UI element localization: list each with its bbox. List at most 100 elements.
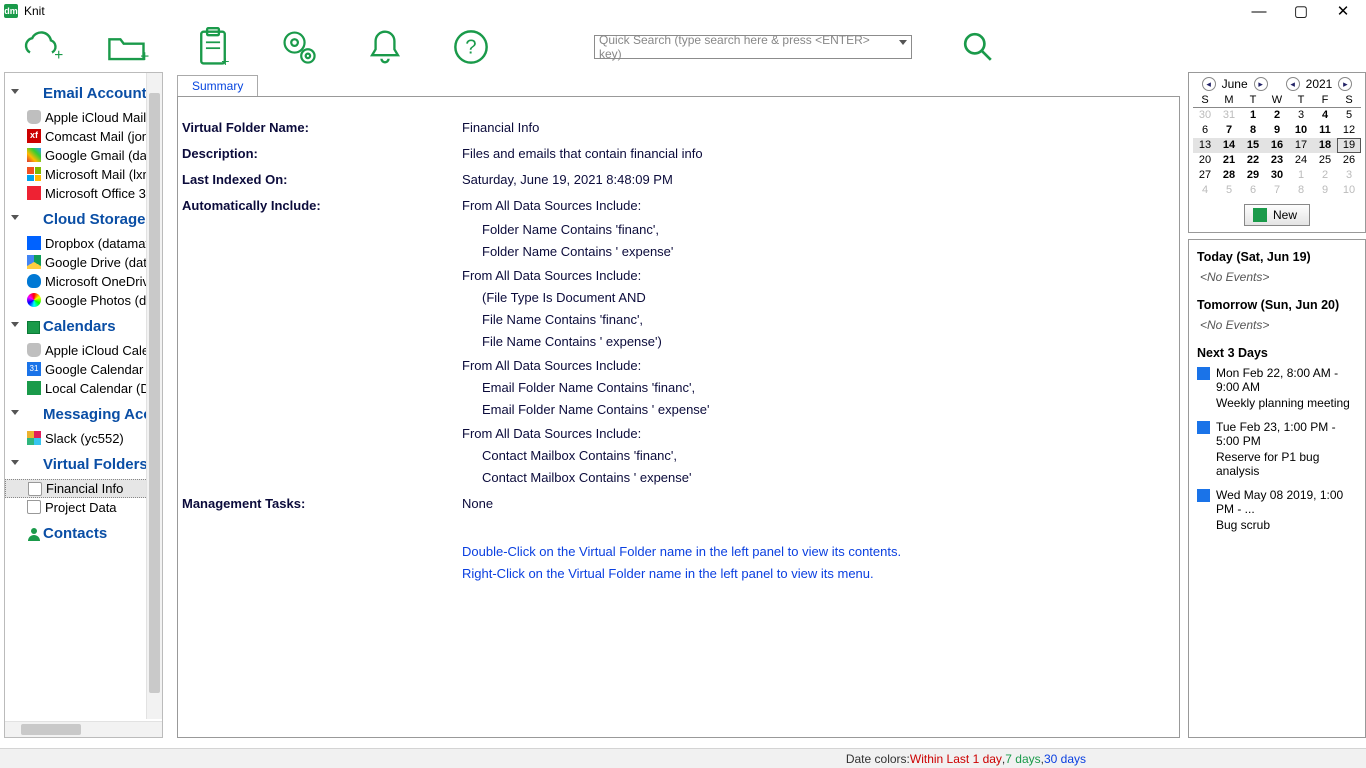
agenda-panel: Today (Sat, Jun 19) <No Events> Tomorrow… [1188,239,1366,739]
auto-rule-1b: Folder Name Contains ' expense' [178,241,1179,263]
label-last-indexed: Last Indexed On: [182,169,462,191]
agenda-event[interactable]: Mon Feb 22, 8:00 AM - 9:00 AM [1197,366,1357,394]
sidebar-item-project-data[interactable]: Project Data [5,498,162,517]
section-messaging[interactable]: Messaging Acc [5,398,162,429]
sidebar-item-comcast-mail[interactable]: xfComcast Mail (jona [5,127,162,146]
next-year-button[interactable]: ▸ [1338,77,1352,91]
agenda-tomorrow-empty: <No Events> [1200,318,1357,332]
folder-add-icon[interactable]: + [104,24,150,70]
status-bar: Date colors: Within Last 1 day, 7 days, … [0,748,1366,768]
google-drive-icon [27,255,41,269]
section-calendars[interactable]: Calendars [5,310,162,341]
svg-text:+: + [140,48,149,65]
auto-rule-source3: From All Data Sources Include: [178,355,1179,377]
agenda-event-desc: Weekly planning meeting [1216,396,1357,410]
sidebar-item-google-calendar[interactable]: 31Google Calendar ( [5,360,162,379]
sidebar-vscrollbar[interactable] [146,73,162,719]
calendar-grid[interactable]: SMTWTFS 30311234567891011121314151617181… [1193,93,1361,198]
close-button[interactable]: ✕ [1334,2,1352,20]
prev-month-button[interactable]: ◂ [1202,77,1216,91]
clipboard-icon[interactable]: + [190,24,236,70]
search-dropdown-icon[interactable] [899,40,907,45]
chevron-down-icon [11,89,19,94]
google-photos-icon [27,293,41,307]
calendar-event-icon [1197,367,1210,380]
calendar-event-icon [1197,421,1210,434]
footer-30day: 30 days [1044,752,1086,766]
settings-gear-icon[interactable] [276,24,322,70]
section-email-accounts[interactable]: Email Accounts [5,77,162,108]
sidebar-item-local-calendar[interactable]: Local Calendar (Da [5,379,162,398]
value-folder-name: Financial Info [462,117,539,139]
tab-strip: Summary [177,72,1180,96]
google-calendar-icon: 31 [27,362,41,376]
xfinity-icon: xf [27,129,41,143]
sidebar-item-financial-info[interactable]: Financial Info [5,479,162,498]
auto-rule-source1: From All Data Sources Include: [462,195,641,217]
window-controls: — ▢ ✕ [1250,2,1362,20]
sidebar-item-google-drive[interactable]: Google Drive (data [5,253,162,272]
auto-rule-source2: From All Data Sources Include: [178,265,1179,287]
footer-7day: 7 days [1005,752,1040,766]
agenda-event[interactable]: Tue Feb 23, 1:00 PM - 5:00 PM [1197,420,1357,448]
sidebar-item-gmail[interactable]: Google Gmail (data [5,146,162,165]
cal-month: June [1222,77,1248,91]
sidebar-item-microsoft-mail[interactable]: Microsoft Mail (lxm [5,165,162,184]
auto-rule-1a: Folder Name Contains 'financ', [178,219,1179,241]
auto-rule-2c: File Name Contains ' expense') [178,331,1179,353]
sidebar-item-icloud-calendar[interactable]: Apple iCloud Caler [5,341,162,360]
agenda-tomorrow-heading: Tomorrow (Sun, Jun 20) [1197,298,1357,312]
svg-text:?: ? [465,37,476,59]
label-auto-include: Automatically Include: [182,195,462,217]
value-mgmt-tasks: None [462,493,493,515]
quick-search-input[interactable]: Quick Search (type search here & press <… [594,35,912,59]
section-virtual-folders[interactable]: Virtual Folders [5,448,162,479]
cloud-add-icon[interactable]: + [18,24,64,70]
section-contacts[interactable]: Contacts [5,517,162,548]
right-pane: ◂ June ▸ ◂ 2021 ▸ SMTWTFS 30311234567891… [1188,72,1366,738]
sidebar-hscrollbar[interactable] [5,721,162,737]
app-icon: dm [4,4,18,18]
contacts-icon [27,527,41,541]
chevron-down-icon [11,322,19,327]
dropbox-icon [27,236,41,250]
sidebar-item-onedrive[interactable]: Microsoft OneDriv [5,272,162,291]
tab-summary[interactable]: Summary [177,75,258,96]
value-last-indexed: Saturday, June 19, 2021 8:48:09 PM [462,169,673,191]
agenda-event[interactable]: Wed May 08 2019, 1:00 PM - ... [1197,488,1357,516]
label-description: Description: [182,143,462,165]
sidebar-item-office365[interactable]: Microsoft Office 36 [5,184,162,203]
prev-year-button[interactable]: ◂ [1286,77,1300,91]
label-folder-name: Virtual Folder Name: [182,117,462,139]
value-description: Files and emails that contain financial … [462,143,703,165]
sidebar-item-dropbox[interactable]: Dropbox (datamat [5,234,162,253]
microsoft-icon [27,167,41,181]
search-run-icon[interactable] [962,31,994,63]
onedrive-icon [27,274,41,288]
local-calendar-icon [27,381,41,395]
chevron-down-icon [11,410,19,415]
chevron-down-icon [11,460,19,465]
footer-label: Date colors: [846,752,910,766]
section-cloud-storage[interactable]: Cloud Storage [5,203,162,234]
sidebar-item-google-photos[interactable]: Google Photos (da [5,291,162,310]
bell-icon[interactable] [362,24,408,70]
help-icon[interactable]: ? [448,24,494,70]
calendar-event-icon [1197,489,1210,502]
sidebar-item-slack[interactable]: Slack (yc552) [5,429,162,448]
agenda-today-heading: Today (Sat, Jun 19) [1197,250,1357,264]
window-title: Knit [24,4,45,18]
maximize-button[interactable]: ▢ [1292,2,1310,20]
chevron-down-icon [11,215,19,220]
next-month-button[interactable]: ▸ [1254,77,1268,91]
new-event-button[interactable]: New [1244,204,1310,226]
summary-panel: Virtual Folder Name:Financial Info Descr… [177,96,1180,738]
minimize-button[interactable]: — [1250,2,1268,20]
folder-icon [27,500,41,514]
footer-1day: Within Last 1 day [910,752,1002,766]
auto-rule-3a: Email Folder Name Contains 'financ', [178,377,1179,399]
svg-text:+: + [54,47,63,64]
slack-icon [27,431,41,445]
sidebar-item-apple-mail[interactable]: Apple iCloud Mail ( [5,108,162,127]
agenda-today-empty: <No Events> [1200,270,1357,284]
